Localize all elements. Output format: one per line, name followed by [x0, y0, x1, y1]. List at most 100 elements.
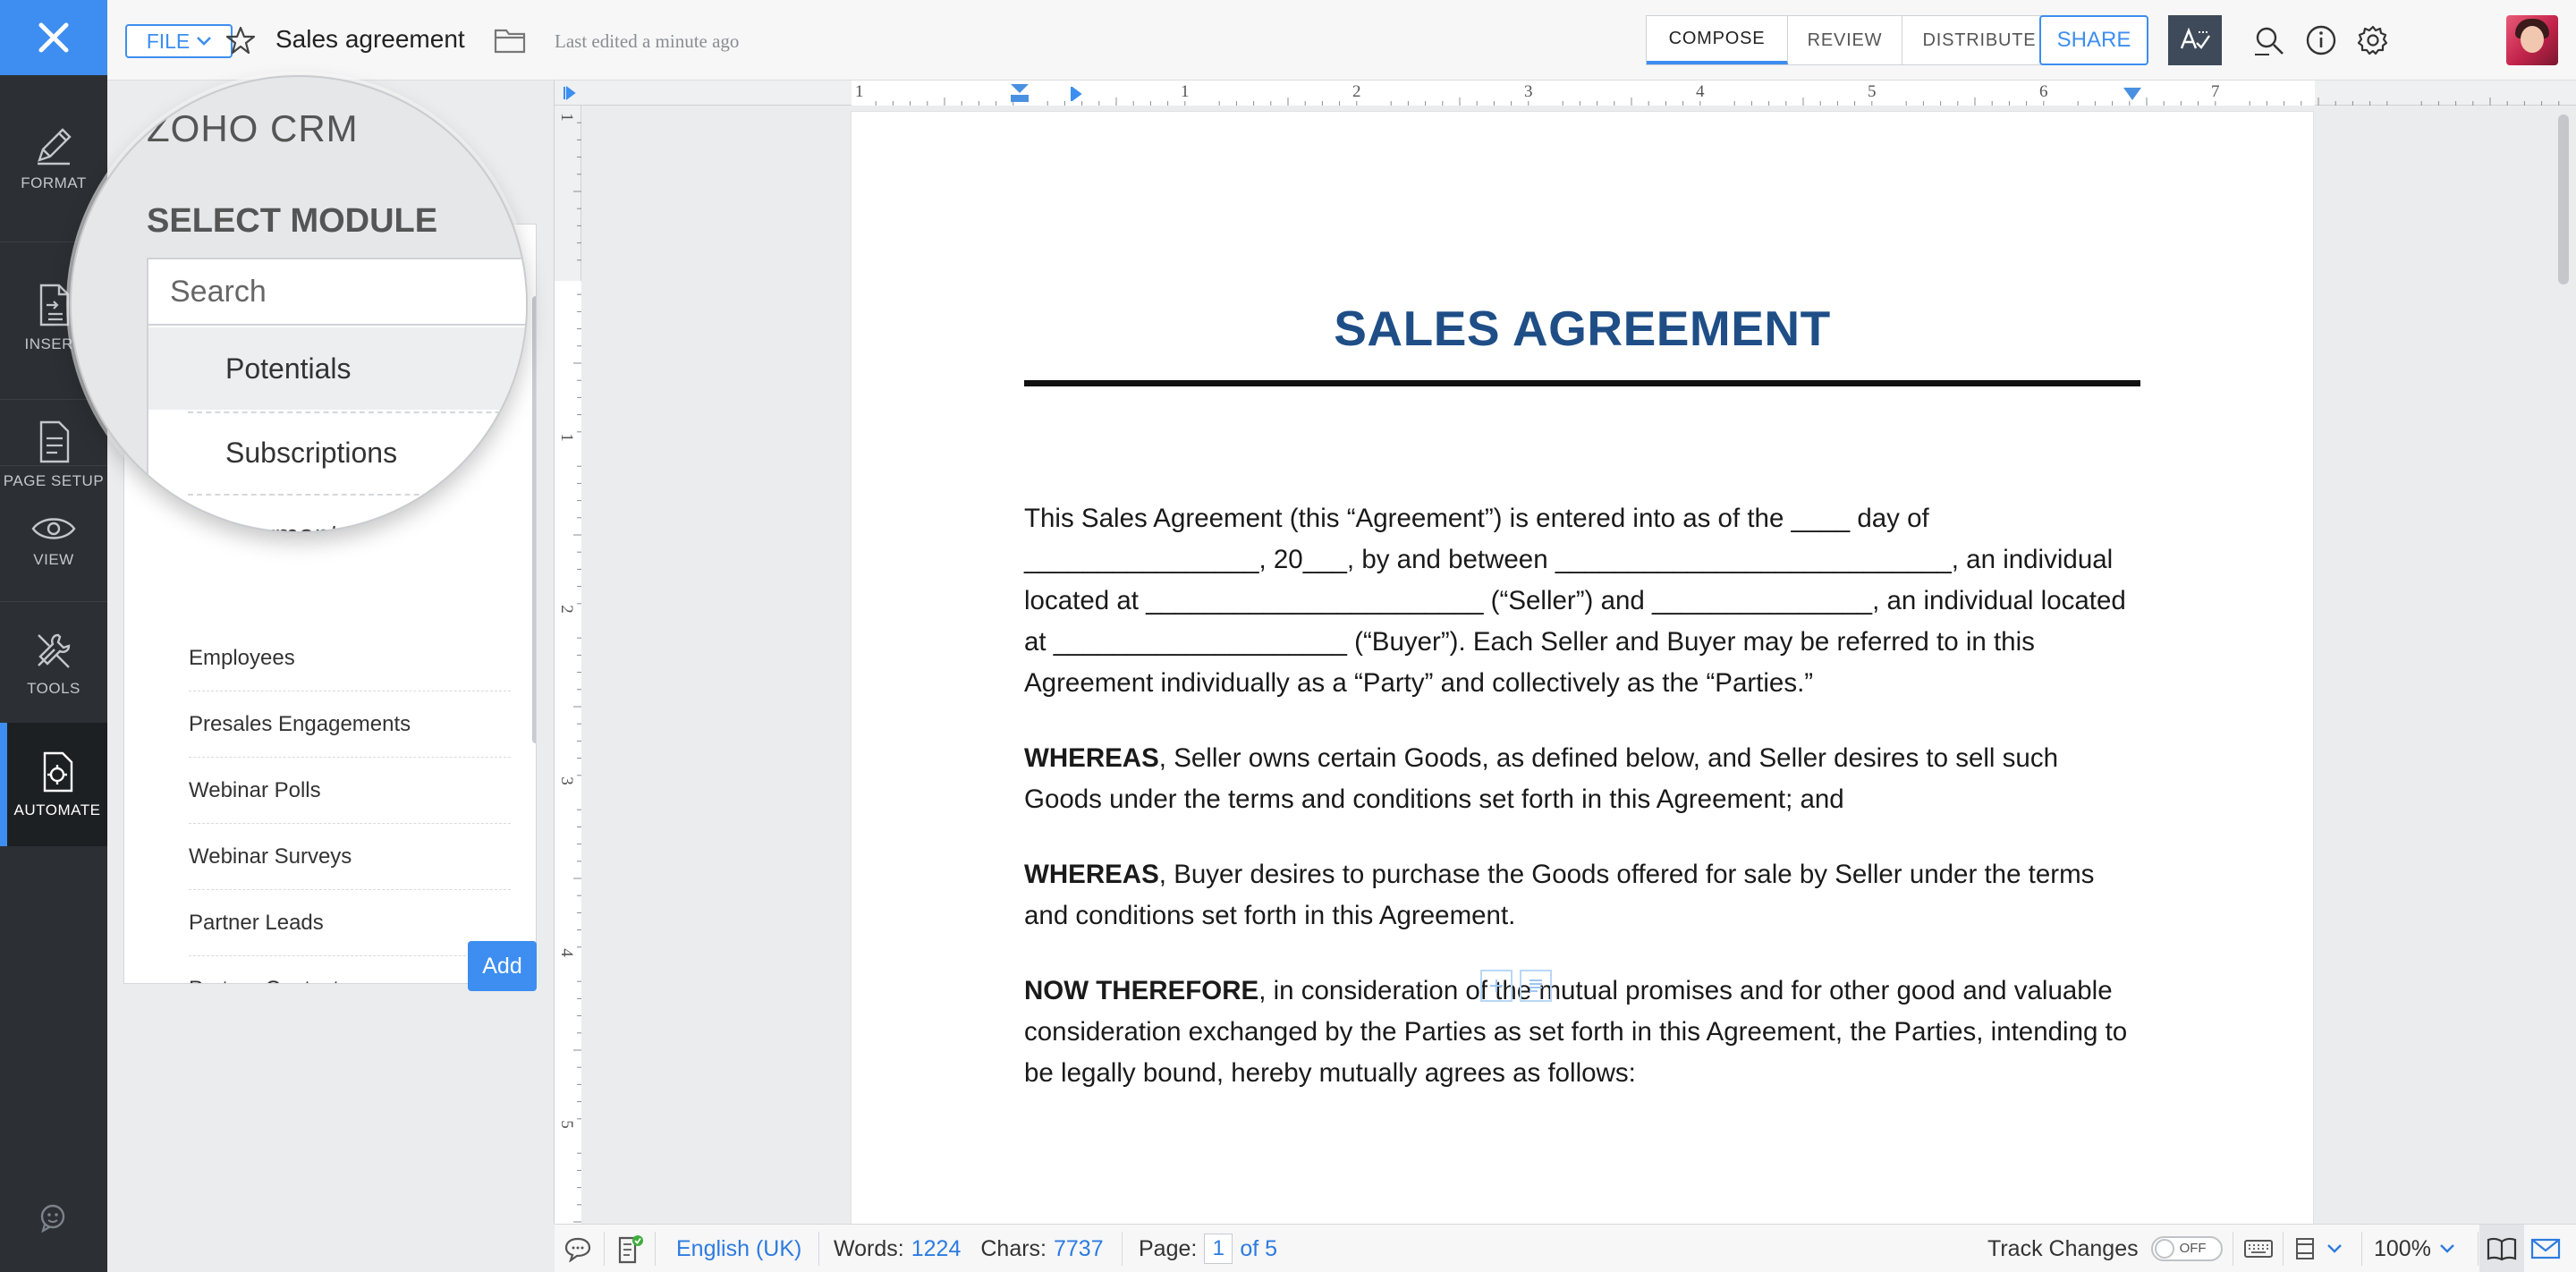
paragraph-whereas-2[interactable]: WHEREAS, Buyer desires to purchase the G… — [1024, 854, 2142, 937]
track-changes-label: Track Changes — [1987, 1235, 2139, 1261]
document-check-icon — [618, 1235, 643, 1264]
rail-item-label: AUTOMATE — [13, 801, 101, 818]
panel-close-button[interactable] — [499, 97, 526, 132]
automate-icon — [43, 751, 73, 793]
spell-check-button[interactable] — [2168, 15, 2222, 65]
ruler-number: 6 — [2039, 82, 2048, 101]
document-body[interactable]: This Sales Agreement (this “Agreement”) … — [1024, 498, 2142, 1128]
track-changes-toggle[interactable]: OFF — [2150, 1236, 2223, 1261]
language-selector[interactable]: English (UK) — [676, 1225, 801, 1272]
tab-stop-marker[interactable] — [1070, 86, 1082, 102]
comment-icon — [564, 1237, 591, 1262]
track-changes: Track Changes OFF — [1987, 1225, 2223, 1272]
pen-icon — [38, 128, 72, 165]
horizontal-ruler[interactable]: 1 1 2 3 4 5 6 7 — [555, 81, 2576, 106]
paragraph-options-button[interactable] — [1520, 970, 1552, 1002]
ruler-number: 4 — [1696, 82, 1705, 101]
rail-item-tools[interactable]: TOOLS — [0, 614, 107, 712]
ruler-number: 1 — [556, 433, 576, 442]
keyboard-button[interactable] — [2243, 1225, 2274, 1272]
document-title[interactable]: Sales agreement — [275, 25, 465, 54]
toggle-state: OFF — [2179, 1241, 2207, 1256]
document-scrollbar[interactable] — [2558, 114, 2569, 284]
ruler-number: 1 — [556, 113, 576, 122]
ruler-number: 3 — [556, 776, 576, 785]
ruler-number: 1 — [855, 82, 864, 101]
paragraph-text: , Seller owns certain Goods, as defined … — [1024, 743, 2058, 814]
last-edited-status: Last edited a minute ago — [555, 30, 740, 52]
rail-item-label: FORMAT — [21, 174, 87, 191]
first-line-indent-marker[interactable] — [1009, 82, 1030, 104]
bold-term: WHEREAS — [1024, 860, 1159, 889]
vertical-ruler[interactable]: 1 1 2 3 4 5 — [555, 106, 581, 1224]
feedback-button[interactable] — [38, 1202, 68, 1233]
module-item-employees[interactable]: Employees — [189, 625, 511, 691]
document-page[interactable]: SALES AGREEMENT This Sales Agreement (th… — [851, 111, 2314, 1224]
module-item-payments[interactable]: Payments — [148, 494, 526, 532]
search-button[interactable] — [2243, 15, 2295, 65]
zoom-value: 100% — [2374, 1235, 2431, 1261]
folder-button[interactable] — [494, 27, 526, 54]
close-circle-icon — [500, 98, 526, 131]
mode-tabs: COMPOSE REVIEW DISTRIBUTE — [1646, 15, 2057, 65]
panel-brand: ZOHO CRM — [147, 107, 359, 149]
document-check-button[interactable] — [617, 1225, 644, 1272]
rail-item-view[interactable]: VIEW — [0, 492, 107, 590]
rail-item-label: VIEW — [33, 551, 74, 568]
ruler-number: 2 — [1352, 82, 1361, 101]
select-module-heading: SELECT MODULE — [147, 202, 438, 240]
user-avatar[interactable] — [2506, 15, 2558, 65]
rail-item-page-setup[interactable]: PAGE SETUP — [0, 404, 107, 505]
page-layout-icon — [2296, 1238, 2314, 1259]
module-item-partner-contacts[interactable]: Partner Contacts — [189, 956, 511, 984]
favorite-star-button[interactable] — [225, 25, 256, 55]
right-indent-marker[interactable] — [2122, 86, 2143, 102]
keyboard-icon — [2244, 1240, 2273, 1258]
module-item-partner-leads[interactable]: Partner Leads — [189, 890, 511, 956]
page-navigator: Page: 1 of 5 — [1139, 1225, 1277, 1272]
share-button[interactable]: SHARE — [2039, 15, 2148, 65]
module-list-scrollbar[interactable] — [532, 296, 536, 743]
mail-icon — [2530, 1238, 2561, 1259]
rail-item-label: TOOLS — [27, 680, 80, 697]
magnifier-lens: ZOHO CRM SELECT MODULE Potentials Subscr… — [70, 75, 528, 533]
tab-review[interactable]: REVIEW — [1788, 16, 1902, 64]
tab-distribute[interactable]: DISTRIBUTE — [1902, 16, 2056, 64]
reading-view-button[interactable] — [2479, 1225, 2524, 1272]
page-layout-menu[interactable] — [2293, 1225, 2342, 1272]
ruler-number: 3 — [1524, 82, 1533, 101]
module-item-potentials[interactable]: Potentials — [148, 327, 526, 410]
paragraph-intro[interactable]: This Sales Agreement (this “Agreement”) … — [1024, 498, 2142, 704]
folder-icon — [494, 29, 526, 54]
comments-button[interactable] — [564, 1225, 592, 1272]
module-item-webinar-polls[interactable]: Webinar Polls — [189, 758, 511, 824]
ruler-number: 1 — [1181, 82, 1190, 101]
add-button[interactable]: Add — [468, 941, 537, 991]
insert-block-button[interactable] — [1480, 970, 1513, 1002]
page-number-input[interactable]: 1 — [1204, 1234, 1233, 1264]
close-button[interactable] — [0, 0, 107, 75]
module-item-subscriptions[interactable]: Subscriptions — [148, 411, 526, 494]
module-item-webinar-surveys[interactable]: Webinar Surveys — [189, 824, 511, 890]
info-button[interactable] — [2295, 15, 2347, 65]
document-heading[interactable]: SALES AGREEMENT — [852, 300, 2313, 357]
bold-term: NOW THEREFORE — [1024, 976, 1259, 1005]
mail-merge-button[interactable] — [2529, 1225, 2562, 1272]
zoom-selector[interactable]: 100% — [2374, 1225, 2454, 1272]
module-item-presales-engagements[interactable]: Presales Engagements — [189, 691, 511, 758]
paragraph-now-therefore[interactable]: NOW THEREFORE, in consideration of the m… — [1024, 971, 2142, 1094]
page-label: Page: — [1139, 1235, 1198, 1261]
plus-icon — [1490, 979, 1503, 992]
paragraph-whereas-1[interactable]: WHEREAS, Seller owns certain Goods, as d… — [1024, 738, 2142, 820]
rail-item-automate[interactable]: AUTOMATE — [0, 723, 107, 846]
paragraph-insert-tools — [1480, 970, 1552, 1002]
book-icon — [2487, 1237, 2517, 1261]
chars-value: 7737 — [1054, 1235, 1104, 1261]
settings-button[interactable] — [2347, 15, 2399, 65]
words-label: Words: — [834, 1235, 904, 1261]
tab-compose[interactable]: COMPOSE — [1647, 16, 1788, 64]
heading-rule — [1024, 380, 2140, 386]
file-menu-button[interactable]: FILE — [125, 24, 233, 58]
module-search-input[interactable] — [148, 259, 526, 326]
rail-item-format[interactable]: FORMAT — [0, 107, 107, 209]
